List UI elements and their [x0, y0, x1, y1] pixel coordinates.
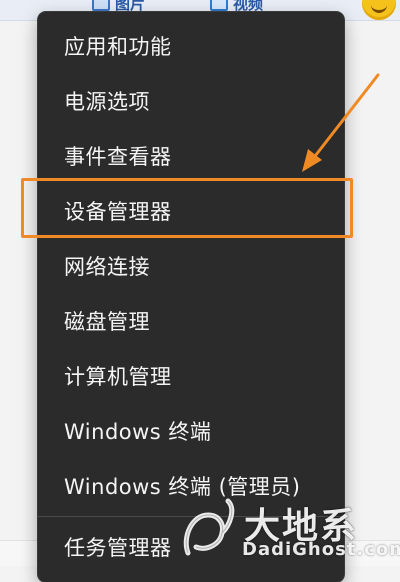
menu-item-label: 任务管理器: [64, 536, 172, 560]
menu-item-label: 事件查看器: [64, 145, 172, 169]
menu-item-disk-management[interactable]: 磁盘管理: [38, 299, 344, 343]
image-icon: [92, 0, 110, 11]
menu-item-label: 应用和功能: [64, 35, 172, 59]
menu-item-task-manager[interactable]: 任务管理器: [38, 525, 344, 569]
smiley-icon[interactable]: [362, 0, 396, 20]
menu-item-label: 设备管理器: [64, 200, 172, 224]
menu-item-label: 磁盘管理: [64, 310, 150, 334]
menu-item-windows-terminal[interactable]: Windows 终端: [38, 409, 344, 453]
menu-item-label: Windows 终端: [64, 420, 212, 444]
menu-separator: [38, 516, 344, 517]
menu-item-computer-management[interactable]: 计算机管理: [38, 354, 344, 398]
background-tab-video[interactable]: 视频: [210, 0, 263, 13]
menu-item-label: Windows 终端 (管理员): [64, 475, 301, 499]
background-tab-photos[interactable]: 图片: [92, 0, 145, 13]
menu-item-label: 网络连接: [64, 255, 150, 279]
menu-item-label: 计算机管理: [64, 365, 172, 389]
video-icon: [210, 0, 228, 11]
menu-item-label: 电源选项: [64, 90, 150, 114]
menu-item-power-options[interactable]: 电源选项: [38, 79, 344, 123]
context-menu: 应用和功能 电源选项 事件查看器 设备管理器 网络连接 磁盘管理 计算机管理 W…: [38, 12, 344, 582]
menu-item-device-manager[interactable]: 设备管理器: [38, 189, 344, 233]
menu-item-event-viewer[interactable]: 事件查看器: [38, 134, 344, 178]
menu-item-network-connections[interactable]: 网络连接: [38, 244, 344, 288]
menu-item-apps-features[interactable]: 应用和功能: [38, 24, 344, 68]
menu-item-windows-terminal-admin[interactable]: Windows 终端 (管理员): [38, 464, 344, 508]
